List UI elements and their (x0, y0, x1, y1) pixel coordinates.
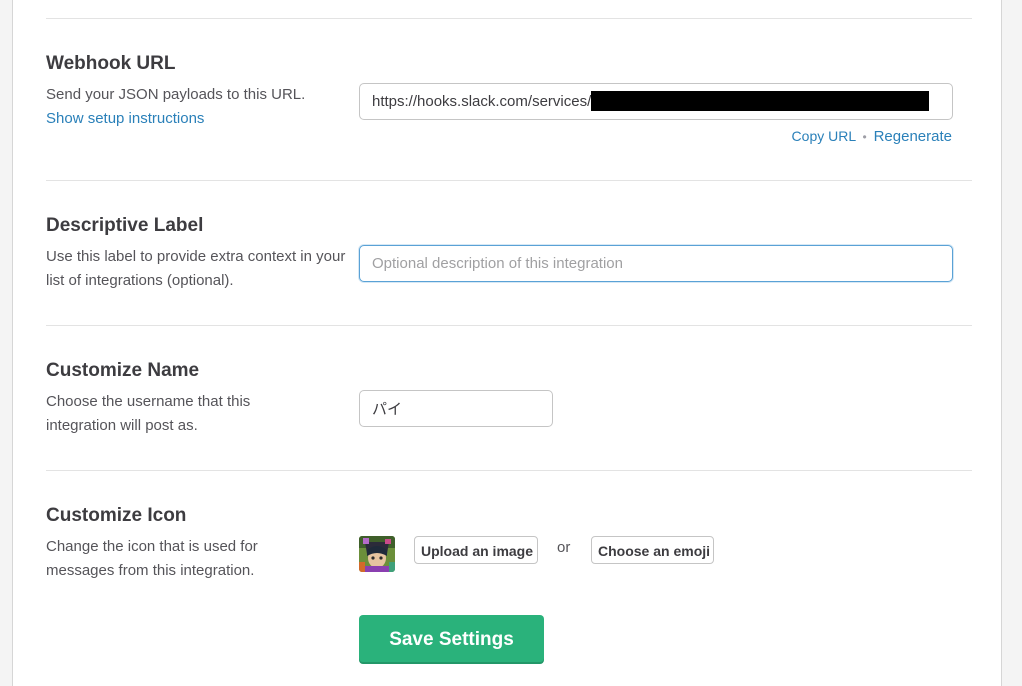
show-setup-instructions-link[interactable]: Show setup instructions (46, 110, 204, 127)
webhook-url-title: Webhook URL (46, 53, 176, 74)
webhook-url-field[interactable]: https://hooks.slack.com/services/ (359, 83, 953, 120)
divider-top (46, 18, 972, 19)
descriptive-label-description: Use this label to provide extra context … (46, 248, 346, 289)
descriptive-label-input[interactable] (359, 245, 953, 282)
customize-icon-title: Customize Icon (46, 505, 187, 526)
customize-name-title: Customize Name (46, 360, 200, 381)
divider-2 (46, 325, 972, 326)
descriptive-label-title: Descriptive Label (46, 215, 204, 236)
save-settings-button[interactable]: Save Settings (359, 615, 544, 664)
customize-icon-description: Change the icon that is used for message… (46, 538, 258, 579)
redacted-token (591, 90, 930, 111)
webhook-url-description: Send your JSON payloads to this URL. Sho… (46, 83, 346, 131)
webhook-url-prefix: https://hooks.slack.com/services/ (372, 93, 592, 110)
avatar-image (359, 536, 395, 572)
divider-3 (46, 470, 972, 471)
webhook-url-description-text: Send your JSON payloads to this URL. (46, 86, 306, 103)
choose-emoji-button[interactable]: Choose an emoji (591, 536, 714, 564)
webhook-url-actions: Copy URL • Regenerate (792, 128, 952, 145)
divider-1 (46, 180, 972, 181)
upload-image-button[interactable]: Upload an image (414, 536, 538, 564)
customize-name-input[interactable] (359, 390, 553, 427)
regenerate-link[interactable]: Regenerate (874, 128, 952, 145)
or-text: or (557, 539, 571, 556)
customize-name-description: Choose the username that this integratio… (46, 393, 251, 434)
copy-url-link[interactable]: Copy URL (792, 128, 856, 144)
separator-dot: • (862, 130, 867, 144)
integration-avatar-icon (359, 536, 395, 572)
